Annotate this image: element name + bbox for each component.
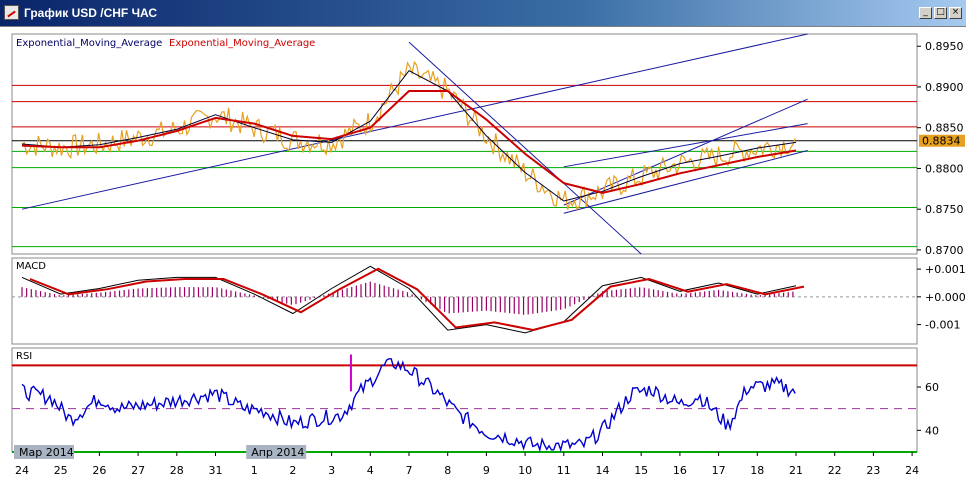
main-ytick-label-5: 0.8700 xyxy=(925,244,964,257)
xtick-label-22: 23 xyxy=(866,464,880,477)
macd-ytick-label-1: +0.000 xyxy=(925,291,966,304)
xtick-label-16: 15 xyxy=(634,464,648,477)
period-badge-label-1: Апр 2014 xyxy=(251,446,304,459)
xtick-label-18: 17 xyxy=(712,464,726,477)
main-ytick-label-3: 0.8800 xyxy=(925,162,964,175)
window-titlebar: График USD /CHF ЧАС _ □ × xyxy=(0,0,966,26)
xtick-label-4: 28 xyxy=(170,464,184,477)
xtick-label-10: 7 xyxy=(406,464,413,477)
current-price-label: 0.8834 xyxy=(922,135,961,148)
xtick-label-13: 10 xyxy=(518,464,532,477)
macd-ytick-label-2: -0.001 xyxy=(925,319,960,332)
legend-macd: MACD xyxy=(16,261,46,272)
xtick-label-2: 26 xyxy=(92,464,106,477)
main-ytick-label-4: 0.8750 xyxy=(925,203,964,216)
xtick-label-5: 31 xyxy=(209,464,223,477)
xtick-label-3: 27 xyxy=(131,464,145,477)
main-panel xyxy=(11,33,918,255)
close-button[interactable]: × xyxy=(949,7,962,19)
maximize-button[interactable]: □ xyxy=(934,7,947,19)
xtick-label-20: 21 xyxy=(789,464,803,477)
xtick-label-17: 16 xyxy=(673,464,687,477)
period-badge-label-0: Мар 2014 xyxy=(19,446,74,459)
chart-canvas[interactable]: 0.8834 0.8950 0.8900 0.8850 0.8800 0.8750 0.87… xyxy=(0,26,966,488)
macd-panel xyxy=(11,257,918,345)
rsi-panel xyxy=(11,347,918,453)
legend-ema-slow: Exponential_Moving_Average xyxy=(169,38,315,49)
legend-ema-fast: Exponential_Moving_Average xyxy=(16,38,162,49)
minimize-button[interactable]: _ xyxy=(919,7,932,19)
xtick-label-19: 18 xyxy=(750,464,764,477)
chart-app-icon xyxy=(4,5,19,20)
xtick-label-6: 1 xyxy=(251,464,258,477)
rsi-ytick-label-0: 60 xyxy=(925,381,939,394)
main-ytick-label-0: 0.8950 xyxy=(925,40,964,53)
xtick-label-9: 4 xyxy=(367,464,374,477)
xtick-label-7: 2 xyxy=(289,464,296,477)
xtick-label-0: 24 xyxy=(15,464,29,477)
xtick-label-14: 11 xyxy=(557,464,571,477)
xtick-label-1: 25 xyxy=(54,464,68,477)
xtick-label-23: 24 xyxy=(905,464,919,477)
window-title: График USD /CHF ЧАС xyxy=(24,6,158,20)
legend-rsi: RSI xyxy=(16,351,32,362)
xtick-label-8: 3 xyxy=(328,464,335,477)
xtick-label-15: 14 xyxy=(596,464,610,477)
rsi-ytick-label-1: 40 xyxy=(925,424,939,437)
xtick-label-11: 8 xyxy=(444,464,451,477)
xtick-label-12: 9 xyxy=(483,464,490,477)
main-ytick-label-2: 0.8850 xyxy=(925,122,964,135)
macd-ytick-label-0: +0.001 xyxy=(925,263,966,276)
main-ytick-label-1: 0.8900 xyxy=(925,81,964,94)
xtick-label-21: 22 xyxy=(828,464,842,477)
